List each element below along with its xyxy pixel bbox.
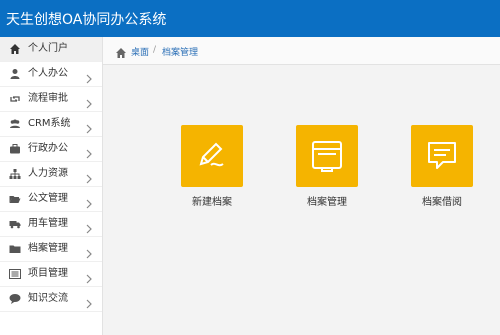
- breadcrumb-separator: /: [153, 45, 157, 55]
- retweet-icon: [9, 93, 21, 105]
- archive-management-label[interactable]: 档案管理: [277, 193, 377, 208]
- sidebar-item-label: CRM系统: [28, 118, 71, 129]
- sidebar: 个人门户 个人办公 流程审批 CRM系统 行政办公 人力资源 公文管理 用车管理…: [0, 37, 103, 335]
- sidebar-item-label: 个人办公: [28, 68, 68, 79]
- edit-icon: [199, 142, 224, 167]
- message-icon: [428, 142, 456, 169]
- users-icon: [9, 118, 21, 130]
- sidebar-item-workflow[interactable]: 流程审批: [0, 87, 102, 112]
- comment-icon: [9, 293, 21, 305]
- truck-icon: [9, 218, 21, 230]
- sidebar-item-vehicles[interactable]: 用车管理: [0, 212, 102, 237]
- sitemap-icon: [9, 168, 21, 180]
- archive-borrow-button[interactable]: [411, 125, 473, 187]
- list-icon: [9, 268, 21, 280]
- sidebar-item-crm[interactable]: CRM系统: [0, 112, 102, 137]
- sidebar-item-admin[interactable]: 行政办公: [0, 137, 102, 162]
- sidebar-item-knowledge[interactable]: 知识交流: [0, 287, 102, 312]
- breadcrumb-current[interactable]: 档案管理: [162, 45, 198, 58]
- sidebar-item-label: 档案管理: [28, 243, 68, 254]
- chevron-right-icon: [85, 169, 93, 184]
- sidebar-item-projects[interactable]: 项目管理: [0, 262, 102, 287]
- app-title: 天生创想OA协同办公系统: [6, 12, 167, 28]
- sidebar-item-label: 公文管理: [28, 193, 68, 204]
- sidebar-item-hr[interactable]: 人力资源: [0, 162, 102, 187]
- archive-management-button[interactable]: [296, 125, 358, 187]
- app-header: 天生创想OA协同办公系统: [0, 0, 500, 37]
- breadcrumb: 桌面 / 档案管理: [103, 37, 500, 65]
- sidebar-item-label: 流程审批: [28, 93, 68, 104]
- user-icon: [9, 68, 21, 80]
- sidebar-item-portal[interactable]: 个人门户: [0, 37, 102, 62]
- sidebar-item-label: 人力资源: [28, 168, 68, 179]
- sidebar-item-label: 项目管理: [28, 268, 68, 279]
- home-icon[interactable]: [115, 44, 127, 58]
- sidebar-item-label: 个人门户: [28, 43, 68, 54]
- sidebar-item-documents[interactable]: 公文管理: [0, 187, 102, 212]
- new-archive-button[interactable]: [181, 125, 243, 187]
- main-content: 新建档案 档案管理 档案借阅: [103, 65, 500, 335]
- folder-icon: [9, 243, 21, 255]
- chevron-right-icon: [85, 194, 93, 209]
- folder-manage-icon: [312, 141, 342, 172]
- chevron-right-icon: [85, 69, 93, 84]
- sidebar-item-label: 知识交流: [28, 293, 68, 304]
- chevron-right-icon: [85, 219, 93, 234]
- chevron-right-icon: [85, 294, 93, 309]
- chevron-right-icon: [85, 244, 93, 259]
- chevron-right-icon: [85, 144, 93, 159]
- briefcase-icon: [9, 143, 21, 155]
- sidebar-item-personal[interactable]: 个人办公: [0, 62, 102, 87]
- chevron-right-icon: [85, 119, 93, 134]
- new-archive-label[interactable]: 新建档案: [162, 193, 262, 208]
- chevron-right-icon: [85, 269, 93, 284]
- home-icon: [9, 43, 21, 55]
- chevron-right-icon: [85, 94, 93, 109]
- sidebar-item-label: 用车管理: [28, 218, 68, 229]
- breadcrumb-home-link[interactable]: 桌面: [131, 45, 149, 58]
- sidebar-item-archives[interactable]: 档案管理: [0, 237, 102, 262]
- sidebar-item-label: 行政办公: [28, 143, 68, 154]
- folder-open-icon: [9, 193, 21, 205]
- archive-borrow-label[interactable]: 档案借阅: [392, 193, 492, 208]
